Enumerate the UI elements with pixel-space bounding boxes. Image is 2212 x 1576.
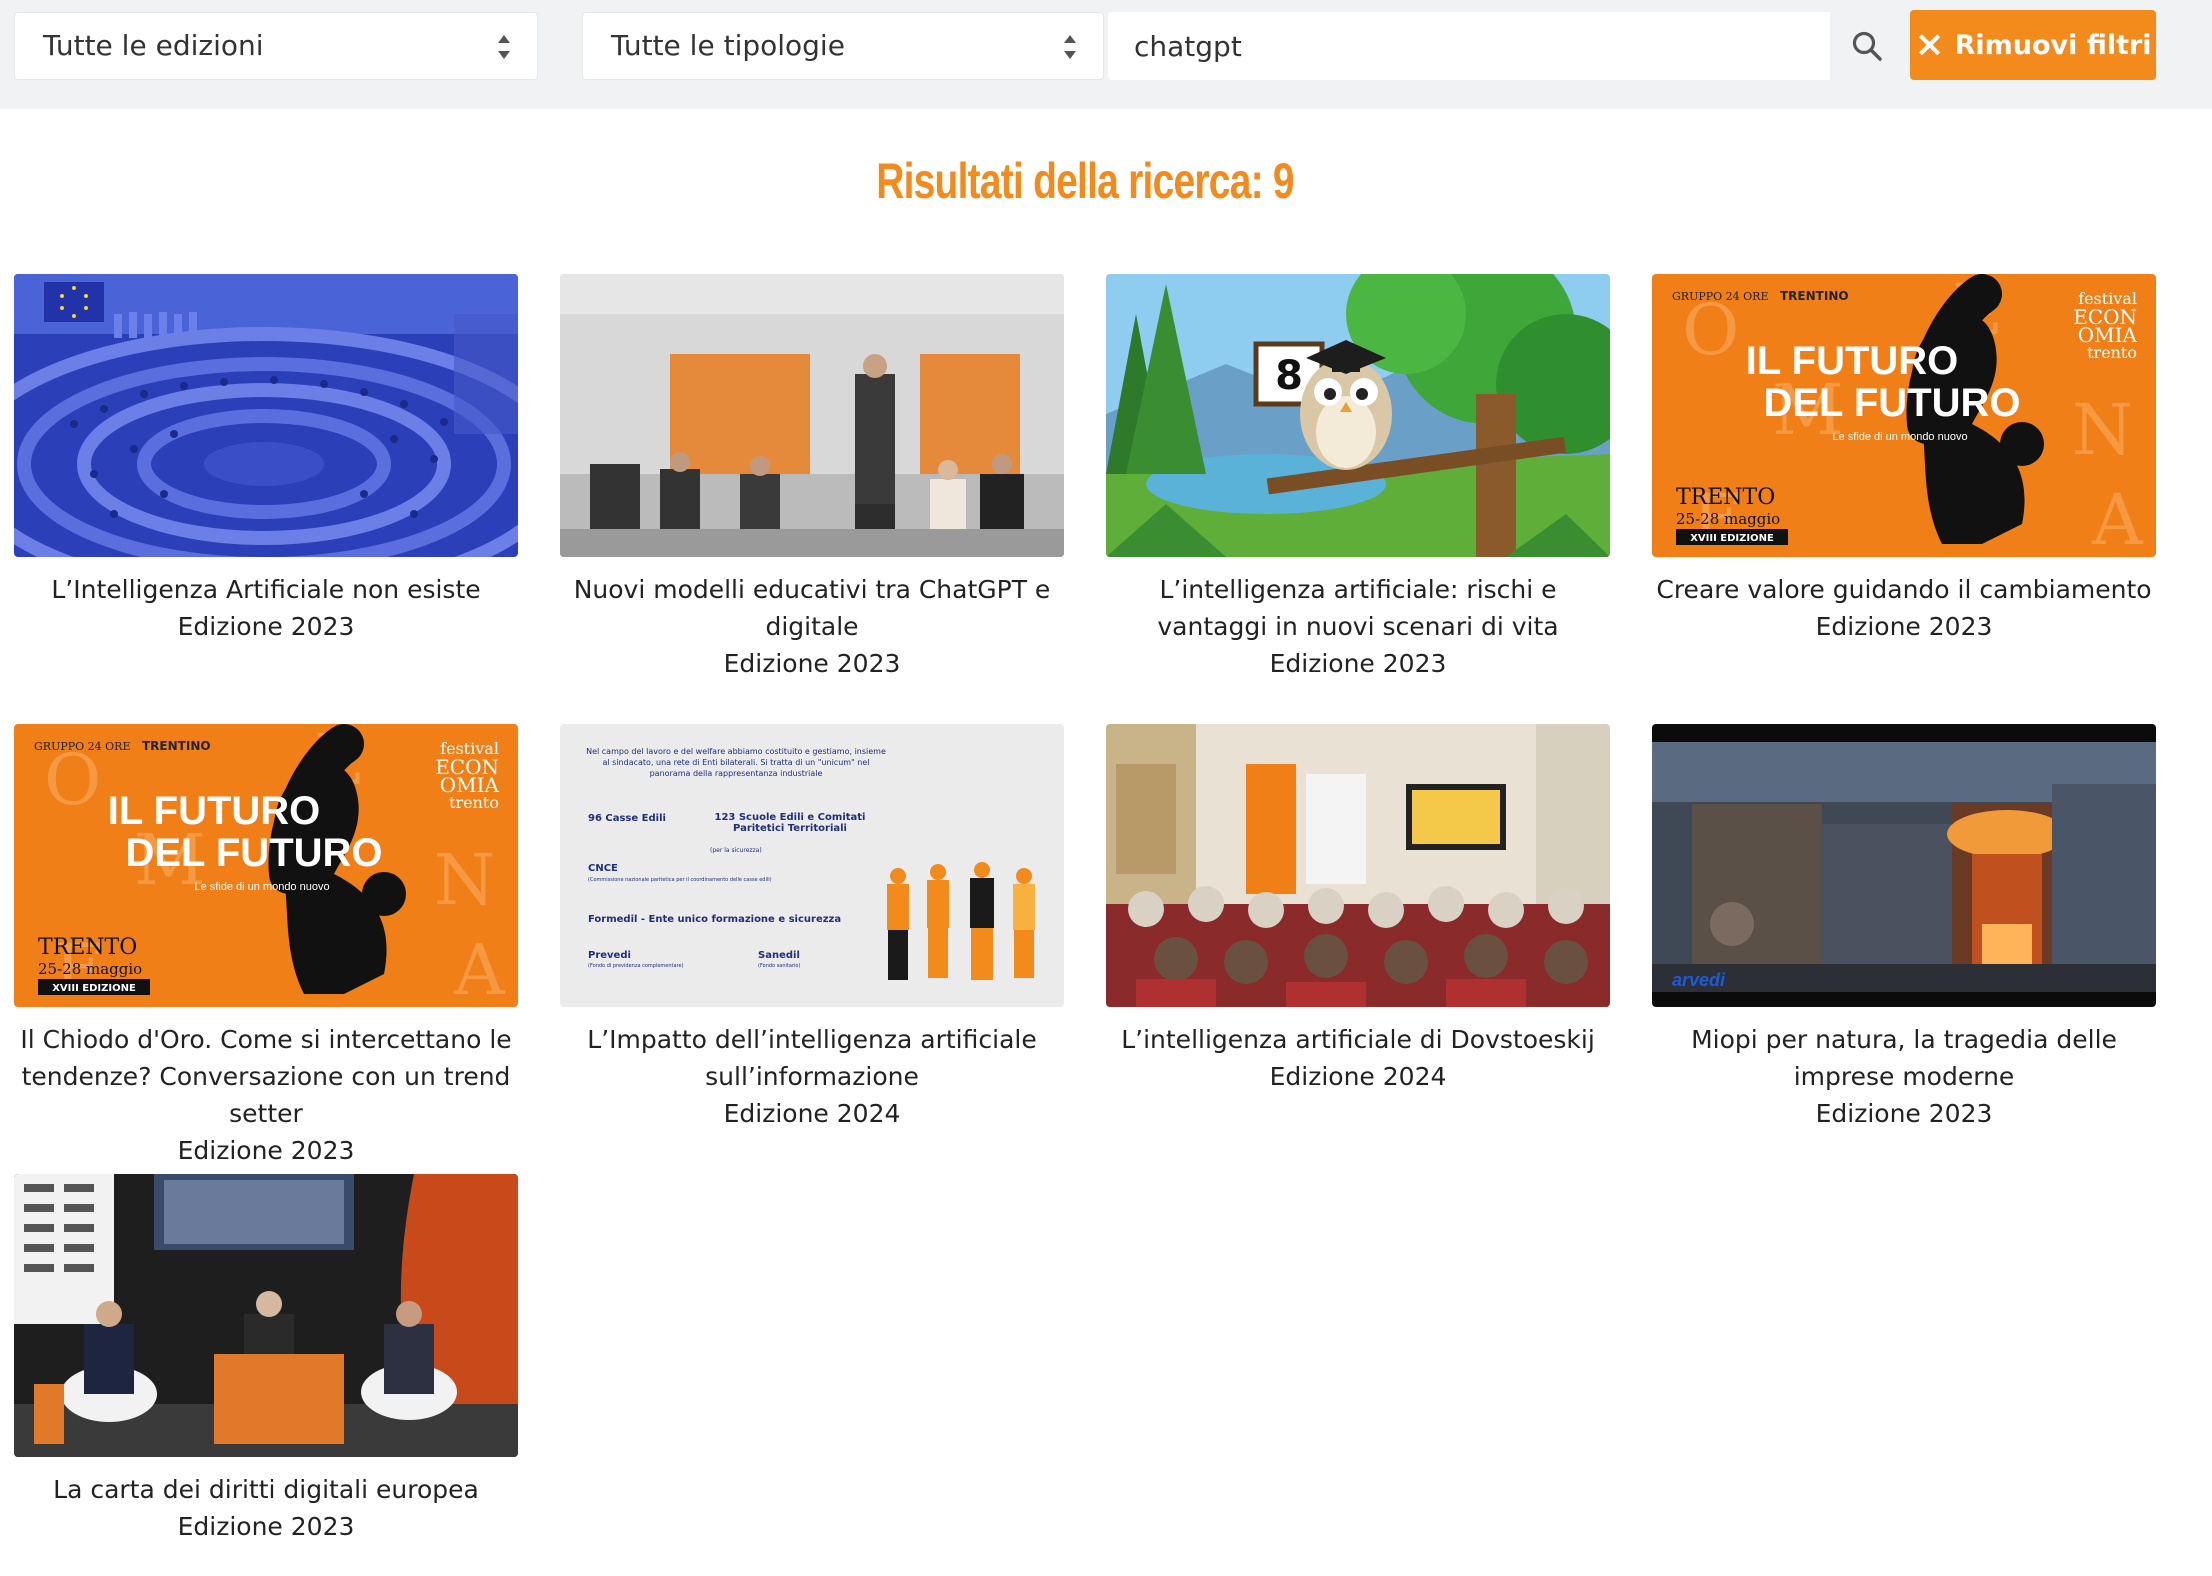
result-card[interactable]: L’Intelligenza Artificiale non esiste Ed… xyxy=(14,274,518,645)
slide-item-sub: (Fondo sanitario) xyxy=(758,963,800,969)
slide-item: Formedil - Ente unico formazione e sicur… xyxy=(588,914,841,925)
card-edition: Edizione 2023 xyxy=(1815,612,1993,641)
panel-photo xyxy=(14,1174,518,1457)
result-card[interactable]: Nuovi modelli educativi tra ChatGPT e di… xyxy=(560,274,1064,682)
poster-dates: 25-28 maggio xyxy=(38,960,142,978)
video-thumbnail[interactable] xyxy=(1106,724,1610,1007)
edition-select-value: Tutte le edizioni xyxy=(43,29,264,62)
svg-text:A: A xyxy=(453,929,506,1007)
search-input[interactable] xyxy=(1108,12,1830,80)
poster-title-line1: IL FUTURO xyxy=(1746,339,1959,383)
festival-line: trento xyxy=(2087,343,2137,362)
poster-title-line1: IL FUTURO xyxy=(108,789,321,833)
card-title[interactable]: L’intelligenza artificiale: rischi e van… xyxy=(1106,571,1610,645)
type-select[interactable]: Tutte le tipologie xyxy=(582,12,1104,80)
poster-title-line2: DEL FUTURO xyxy=(125,831,382,875)
poster-subtitle: Le sfide di un mondo nuovo xyxy=(1832,431,1967,443)
svg-text:A: A xyxy=(2091,479,2144,557)
card-edition: Edizione 2023 xyxy=(1815,1099,1993,1128)
remove-filters-button[interactable]: × Rimuovi filtri xyxy=(1910,10,2156,80)
svg-text:N: N xyxy=(2072,389,2133,471)
slide-item: 96 Casse Edili xyxy=(588,813,666,824)
card-edition: Edizione 2024 xyxy=(1269,1062,1447,1091)
search-button[interactable] xyxy=(1830,12,1904,80)
search-icon xyxy=(1852,31,1882,61)
video-thumbnail[interactable]: OMFNEA GRUPPO 24 ORE TRENTINO festival E… xyxy=(1652,274,2156,557)
filter-bar: Tutte le edizioni Tutte le tipologie × R… xyxy=(0,0,2212,109)
poster-dates: 25-28 maggio xyxy=(1676,510,1780,528)
results-title: Risultati della ricerca: 9 xyxy=(876,153,1294,209)
poster-title-line2: DEL FUTURO xyxy=(1763,381,2020,425)
poster-city: TRENTO xyxy=(38,935,137,960)
arvedi-logo: arvedi xyxy=(1672,970,1726,990)
video-thumbnail[interactable] xyxy=(560,274,1064,557)
video-thumbnail[interactable] xyxy=(14,1174,518,1457)
card-edition: Edizione 2023 xyxy=(1269,649,1447,678)
poster-subtitle: Le sfide di un mondo nuovo xyxy=(194,881,329,893)
video-thumbnail[interactable] xyxy=(14,274,518,557)
result-card[interactable]: 8 L’intelligenza artificiale: rischi e v… xyxy=(1106,274,1610,682)
video-thumbnail[interactable]: 8 xyxy=(1106,274,1610,557)
card-title[interactable]: L’Impatto dell’intelligenza artificiale … xyxy=(560,1021,1064,1095)
slide-item: CNCE xyxy=(588,863,618,874)
card-title[interactable]: Creare valore guidando il cambiamento xyxy=(1652,571,2156,608)
remove-filters-label: Rimuovi filtri xyxy=(1954,29,2152,61)
slide-intro-text: Nel campo del lavoro e del welfare abbia… xyxy=(586,747,886,778)
card-edition: Edizione 2023 xyxy=(177,1136,355,1165)
slide-item-sub: (Commissione nazionale paritetica per il… xyxy=(588,877,772,883)
slide-item-sub: (Fondo di previdenza complementare) xyxy=(588,963,684,969)
presentation-slide-image: Nel campo del lavoro e del welfare abbia… xyxy=(560,724,1064,1007)
result-card[interactable]: arvedi Miopi per natura, la tragedia del… xyxy=(1652,724,2156,1132)
gruppo-logo-text: GRUPPO 24 ORE xyxy=(34,740,130,753)
slide-item-sub: (per la sicurezza) xyxy=(710,847,762,854)
poster-edition: XVIII EDIZIONE xyxy=(52,983,136,994)
audience-photo xyxy=(1106,724,1610,1007)
stage-photo xyxy=(560,274,1064,557)
video-thumbnail[interactable]: OMFNEA GRUPPO 24 ORE TRENTINO festival E… xyxy=(14,724,518,1007)
edition-select[interactable]: Tutte le edizioni xyxy=(14,12,538,80)
slide-item: Sanedil xyxy=(758,950,800,961)
video-thumbnail[interactable]: Nel campo del lavoro e del welfare abbia… xyxy=(560,724,1064,1007)
card-title[interactable]: Miopi per natura, la tragedia delle impr… xyxy=(1652,1021,2156,1095)
poster-edition: XVIII EDIZIONE xyxy=(1690,533,1774,544)
svg-text:N: N xyxy=(434,839,495,921)
sort-arrows-icon xyxy=(498,35,510,59)
gruppo-logo-text: GRUPPO 24 ORE xyxy=(1672,290,1768,303)
card-title[interactable]: La carta dei diritti digitali europea xyxy=(14,1471,518,1508)
festival-poster-image: OMFNEA GRUPPO 24 ORE TRENTINO festival E… xyxy=(1652,274,2156,557)
card-title[interactable]: L’intelligenza artificiale di Dovstoeski… xyxy=(1106,1021,1610,1058)
owl-sign-number: 8 xyxy=(1275,353,1303,399)
result-card[interactable]: L’intelligenza artificiale di Dovstoeski… xyxy=(1106,724,1610,1095)
sort-arrows-icon xyxy=(1064,35,1076,59)
card-title[interactable]: Nuovi modelli educativi tra ChatGPT e di… xyxy=(560,571,1064,645)
card-title[interactable]: Il Chiodo d'Oro. Come si intercettano le… xyxy=(14,1021,518,1132)
card-edition: Edizione 2023 xyxy=(177,612,355,641)
result-card[interactable]: OMFNEA GRUPPO 24 ORE TRENTINO festival E… xyxy=(1652,274,2156,645)
parliament-image xyxy=(14,274,518,557)
close-icon: × xyxy=(1914,24,1945,65)
slide-item: 123 Scuole Edili e Comitati Paritetici T… xyxy=(714,812,866,834)
card-edition: Edizione 2023 xyxy=(723,649,901,678)
card-edition: Edizione 2023 xyxy=(177,1512,355,1541)
result-card[interactable]: La carta dei diritti digitali europea Ed… xyxy=(14,1174,518,1545)
owl-cartoon-image: 8 xyxy=(1106,274,1610,557)
trentino-logo-text: TRENTINO xyxy=(1780,289,1849,303)
result-card[interactable]: OMFNEA GRUPPO 24 ORE TRENTINO festival E… xyxy=(14,724,518,1169)
steel-plant-image: arvedi xyxy=(1652,724,2156,1007)
poster-city: TRENTO xyxy=(1676,485,1775,510)
festival-poster-image: OMFNEA GRUPPO 24 ORE TRENTINO festival E… xyxy=(14,724,518,1007)
slide-item: Prevedi xyxy=(588,950,631,961)
card-edition: Edizione 2024 xyxy=(723,1099,901,1128)
type-select-value: Tutte le tipologie xyxy=(611,29,845,62)
trentino-logo-text: TRENTINO xyxy=(142,739,211,753)
festival-line: trento xyxy=(449,793,499,812)
video-thumbnail[interactable]: arvedi xyxy=(1652,724,2156,1007)
result-card[interactable]: Nel campo del lavoro e del welfare abbia… xyxy=(560,724,1064,1132)
card-title[interactable]: L’Intelligenza Artificiale non esiste xyxy=(14,571,518,608)
